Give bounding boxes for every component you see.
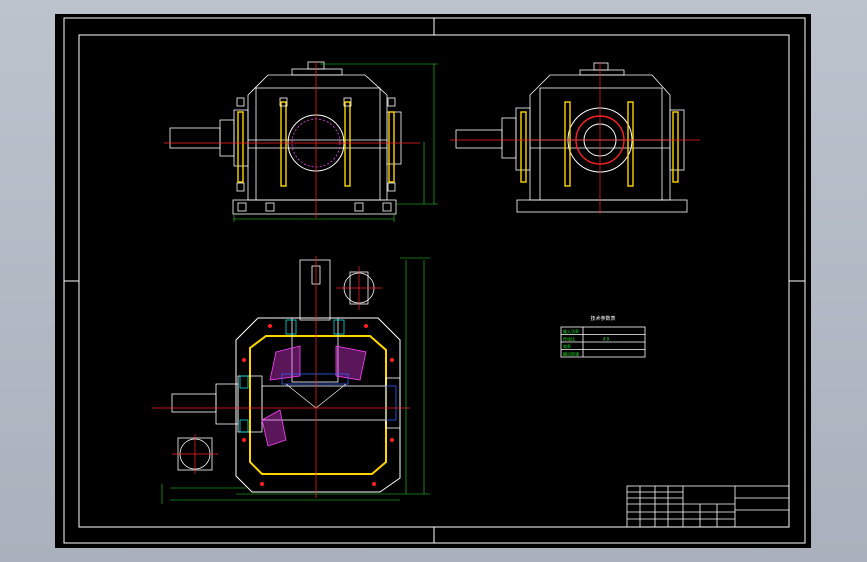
tech-row-label-4: 输出转速 [563,351,579,357]
cad-drawing[interactable]: 技术参数表 输入功率 传动比 效率 输出转速 4.9 [0,0,867,562]
tech-table-title: 技术参数表 [590,315,615,322]
tech-row-value-2: 4.9 [603,337,610,342]
tech-row-label-3: 效率 [563,343,571,349]
tech-row-label-1: 输入功率 [563,328,579,334]
drawing-canvas[interactable] [55,14,811,548]
tech-row-label-2: 传动比 [563,336,575,342]
